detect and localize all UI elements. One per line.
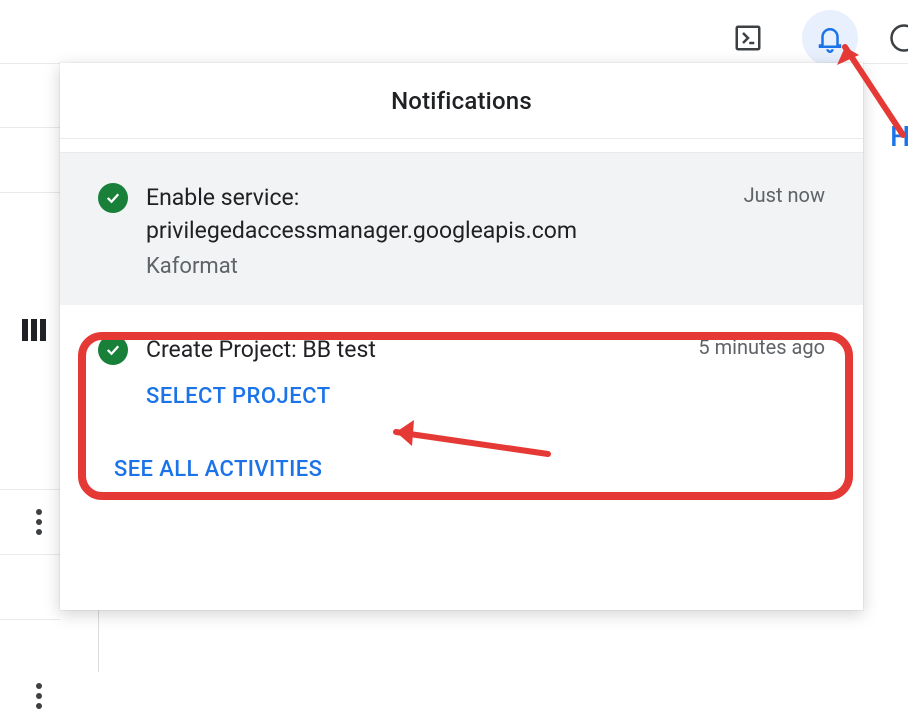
notification-title: Create Project: BB test xyxy=(146,333,376,366)
panel-footer: SEE ALL ACTIVITIES xyxy=(60,435,863,512)
notification-time: 5 minutes ago xyxy=(698,333,825,359)
notification-time: Just now xyxy=(744,181,825,207)
left-rail xyxy=(0,63,60,672)
top-bar xyxy=(0,0,908,64)
notification-item[interactable]: Create Project: BB test 5 minutes ago SE… xyxy=(60,305,863,435)
cloud-shell-icon[interactable] xyxy=(720,10,776,66)
more-menu-icon[interactable] xyxy=(36,683,42,709)
select-project-button[interactable]: SELECT PROJECT xyxy=(146,384,331,409)
success-check-icon xyxy=(98,183,128,213)
help-icon[interactable] xyxy=(884,10,908,66)
columns-icon[interactable] xyxy=(22,319,46,341)
notification-item[interactable]: Enable service: privilegedaccessmanager.… xyxy=(60,153,863,305)
notifications-bell-icon[interactable] xyxy=(802,10,858,66)
truncated-text: H xyxy=(890,120,908,153)
panel-title: Notifications xyxy=(391,87,532,115)
notification-project: Kaformat xyxy=(146,254,825,279)
notifications-panel: Notifications Enable service: privileged… xyxy=(60,63,863,610)
notification-title: Enable service: privilegedaccessmanager.… xyxy=(146,181,724,248)
success-check-icon xyxy=(98,335,128,365)
panel-header: Notifications xyxy=(60,63,863,139)
see-all-activities-link[interactable]: SEE ALL ACTIVITIES xyxy=(114,457,322,482)
more-menu-icon[interactable] xyxy=(36,509,42,535)
